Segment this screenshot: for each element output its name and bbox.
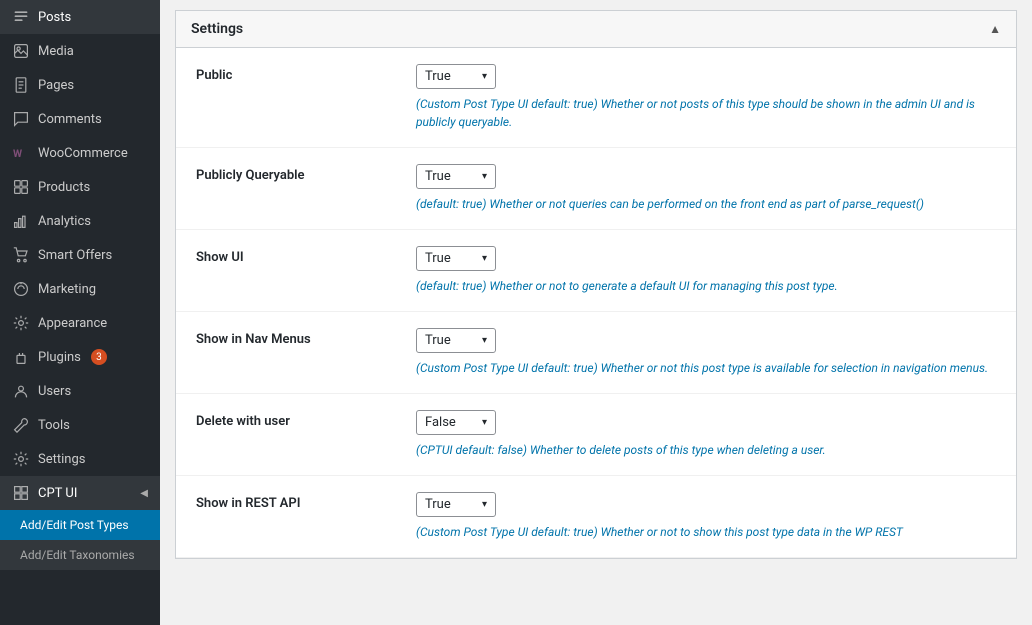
main-content: Settings ▲ Public True ▾ (Custom Post Type …: [160, 0, 1032, 625]
sidebar-item-label-media: Media: [38, 44, 74, 59]
settings-panel-header[interactable]: Settings ▲: [176, 11, 1016, 48]
smart-offers-icon: [12, 246, 30, 264]
sidebar-item-label-comments: Comments: [38, 112, 102, 127]
sidebar-item-settings[interactable]: Settings: [0, 442, 160, 476]
sidebar-item-label-tools: Tools: [38, 418, 70, 433]
settings-icon: [12, 450, 30, 468]
settings-control-show-in-rest-api: True ▾ (Custom Post Type UI default: true)…: [416, 492, 996, 541]
products-icon: [12, 178, 30, 196]
sidebar-item-marketing[interactable]: Marketing: [0, 272, 160, 306]
settings-row-show-ui: Show UI True ▾ (default: true) Whether or n…: [176, 230, 1016, 312]
settings-select-delete-with-user[interactable]: False ▾: [416, 410, 496, 435]
sidebar-item-label-smart-offers: Smart Offers: [38, 248, 112, 263]
settings-title: Settings: [191, 21, 243, 37]
sidebar-sub-item-add-edit-taxonomies[interactable]: Add/Edit Taxonomies: [0, 540, 160, 570]
sidebar-item-label-woocommerce: WooCommerce: [38, 146, 128, 161]
settings-label-public: Public: [196, 64, 416, 83]
appearance-icon: [12, 314, 30, 332]
settings-control-show-ui: True ▾ (default: true) Whether or not to g…: [416, 246, 996, 295]
woocommerce-icon: W: [12, 144, 30, 162]
settings-row-publicly-queryable: Publicly Queryable True ▾ (default: true) W…: [176, 148, 1016, 230]
sidebar-item-label-plugins: Plugins: [38, 350, 81, 365]
settings-label-show-in-nav-menus: Show in Nav Menus: [196, 328, 416, 347]
settings-control-delete-with-user: False ▾ (CPTUI default: false) Whether to …: [416, 410, 996, 459]
sidebar-item-label-posts: Posts: [38, 10, 71, 25]
sidebar-item-tools[interactable]: Tools: [0, 408, 160, 442]
settings-select-publicly-queryable[interactable]: True ▾: [416, 164, 496, 189]
sidebar-item-woocommerce[interactable]: W WooCommerce: [0, 136, 160, 170]
tools-icon: [12, 416, 30, 434]
marketing-icon: [12, 280, 30, 298]
select-value-show-in-rest-api: True: [425, 497, 451, 512]
settings-desc-show-ui: (default: true) Whether or not to genera…: [416, 277, 996, 295]
sidebar-item-products[interactable]: Products: [0, 170, 160, 204]
sidebar-item-label-settings: Settings: [38, 452, 85, 467]
posts-icon: [12, 8, 30, 26]
sidebar-item-label-pages: Pages: [38, 78, 74, 93]
cpt-ui-icon: [12, 484, 30, 502]
sidebar-item-label-analytics: Analytics: [38, 214, 91, 229]
sidebar-item-label-users: Users: [38, 384, 71, 399]
users-icon: [12, 382, 30, 400]
select-value-show-ui: True: [425, 251, 451, 266]
sidebar-item-posts[interactable]: Posts: [0, 0, 160, 34]
settings-select-show-ui[interactable]: True ▾: [416, 246, 496, 271]
settings-label-delete-with-user: Delete with user: [196, 410, 416, 429]
sidebar-item-label-appearance: Appearance: [38, 316, 107, 331]
select-value-publicly-queryable: True: [425, 169, 451, 184]
settings-label-show-ui: Show UI: [196, 246, 416, 265]
sidebar-item-analytics[interactable]: Analytics: [0, 204, 160, 238]
select-arrow-show-in-rest-api: ▾: [482, 499, 487, 510]
analytics-icon: [12, 212, 30, 230]
sidebar-item-users[interactable]: Users: [0, 374, 160, 408]
sidebar-item-appearance[interactable]: Appearance: [0, 306, 160, 340]
sidebar: Posts Media Pages Comments W WooCommerce Produ…: [0, 0, 160, 625]
settings-row-public: Public True ▾ (Custom Post Type UI default:…: [176, 48, 1016, 148]
svg-text:W: W: [13, 147, 22, 160]
sidebar-item-cpt-ui[interactable]: CPT UI ◀: [0, 476, 160, 510]
badge-plugins: 3: [91, 349, 107, 365]
settings-label-show-in-rest-api: Show in REST API: [196, 492, 416, 511]
settings-row-show-in-rest-api: Show in REST API True ▾ (Custom Post Type U…: [176, 476, 1016, 558]
sidebar-item-comments[interactable]: Comments: [0, 102, 160, 136]
settings-desc-public: (Custom Post Type UI default: true) Whet…: [416, 95, 996, 131]
select-arrow-delete-with-user: ▾: [482, 417, 487, 428]
collapse-icon[interactable]: ▲: [989, 22, 1001, 36]
sidebar-item-label-products: Products: [38, 180, 90, 195]
settings-desc-show-in-rest-api: (Custom Post Type UI default: true) Whet…: [416, 523, 996, 541]
settings-panel: Settings ▲ Public True ▾ (Custom Post Type …: [175, 10, 1017, 559]
sidebar-sub-item-add-edit-post-types[interactable]: Add/Edit Post Types: [0, 510, 160, 540]
sidebar-item-smart-offers[interactable]: Smart Offers: [0, 238, 160, 272]
select-value-public: True: [425, 69, 451, 84]
sidebar-item-label-cpt-ui: CPT UI: [38, 486, 77, 501]
settings-control-public: True ▾ (Custom Post Type UI default: true)…: [416, 64, 996, 131]
settings-control-show-in-nav-menus: True ▾ (Custom Post Type UI default: true)…: [416, 328, 996, 377]
plugins-icon: [12, 348, 30, 366]
settings-label-publicly-queryable: Publicly Queryable: [196, 164, 416, 183]
select-arrow-show-in-nav-menus: ▾: [482, 335, 487, 346]
settings-select-show-in-nav-menus[interactable]: True ▾: [416, 328, 496, 353]
select-arrow-publicly-queryable: ▾: [482, 171, 487, 182]
sidebar-collapse-arrow[interactable]: ◀: [140, 488, 148, 499]
pages-icon: [12, 76, 30, 94]
settings-select-show-in-rest-api[interactable]: True ▾: [416, 492, 496, 517]
media-icon: [12, 42, 30, 60]
select-arrow-public: ▾: [482, 71, 487, 82]
sidebar-item-plugins[interactable]: Plugins 3: [0, 340, 160, 374]
settings-desc-show-in-nav-menus: (Custom Post Type UI default: true) Whet…: [416, 359, 996, 377]
settings-desc-delete-with-user: (CPTUI default: false) Whether to delete…: [416, 441, 996, 459]
sidebar-item-label-marketing: Marketing: [38, 282, 96, 297]
settings-desc-publicly-queryable: (default: true) Whether or not queries c…: [416, 195, 996, 213]
select-value-delete-with-user: False: [425, 415, 456, 430]
select-arrow-show-ui: ▾: [482, 253, 487, 264]
settings-row-delete-with-user: Delete with user False ▾ (CPTUI default: fa…: [176, 394, 1016, 476]
settings-select-public[interactable]: True ▾: [416, 64, 496, 89]
sidebar-item-media[interactable]: Media: [0, 34, 160, 68]
sidebar-item-pages[interactable]: Pages: [0, 68, 160, 102]
settings-control-publicly-queryable: True ▾ (default: true) Whether or not quer…: [416, 164, 996, 213]
settings-row-show-in-nav-menus: Show in Nav Menus True ▾ (Custom Post Type …: [176, 312, 1016, 394]
select-value-show-in-nav-menus: True: [425, 333, 451, 348]
comments-icon: [12, 110, 30, 128]
